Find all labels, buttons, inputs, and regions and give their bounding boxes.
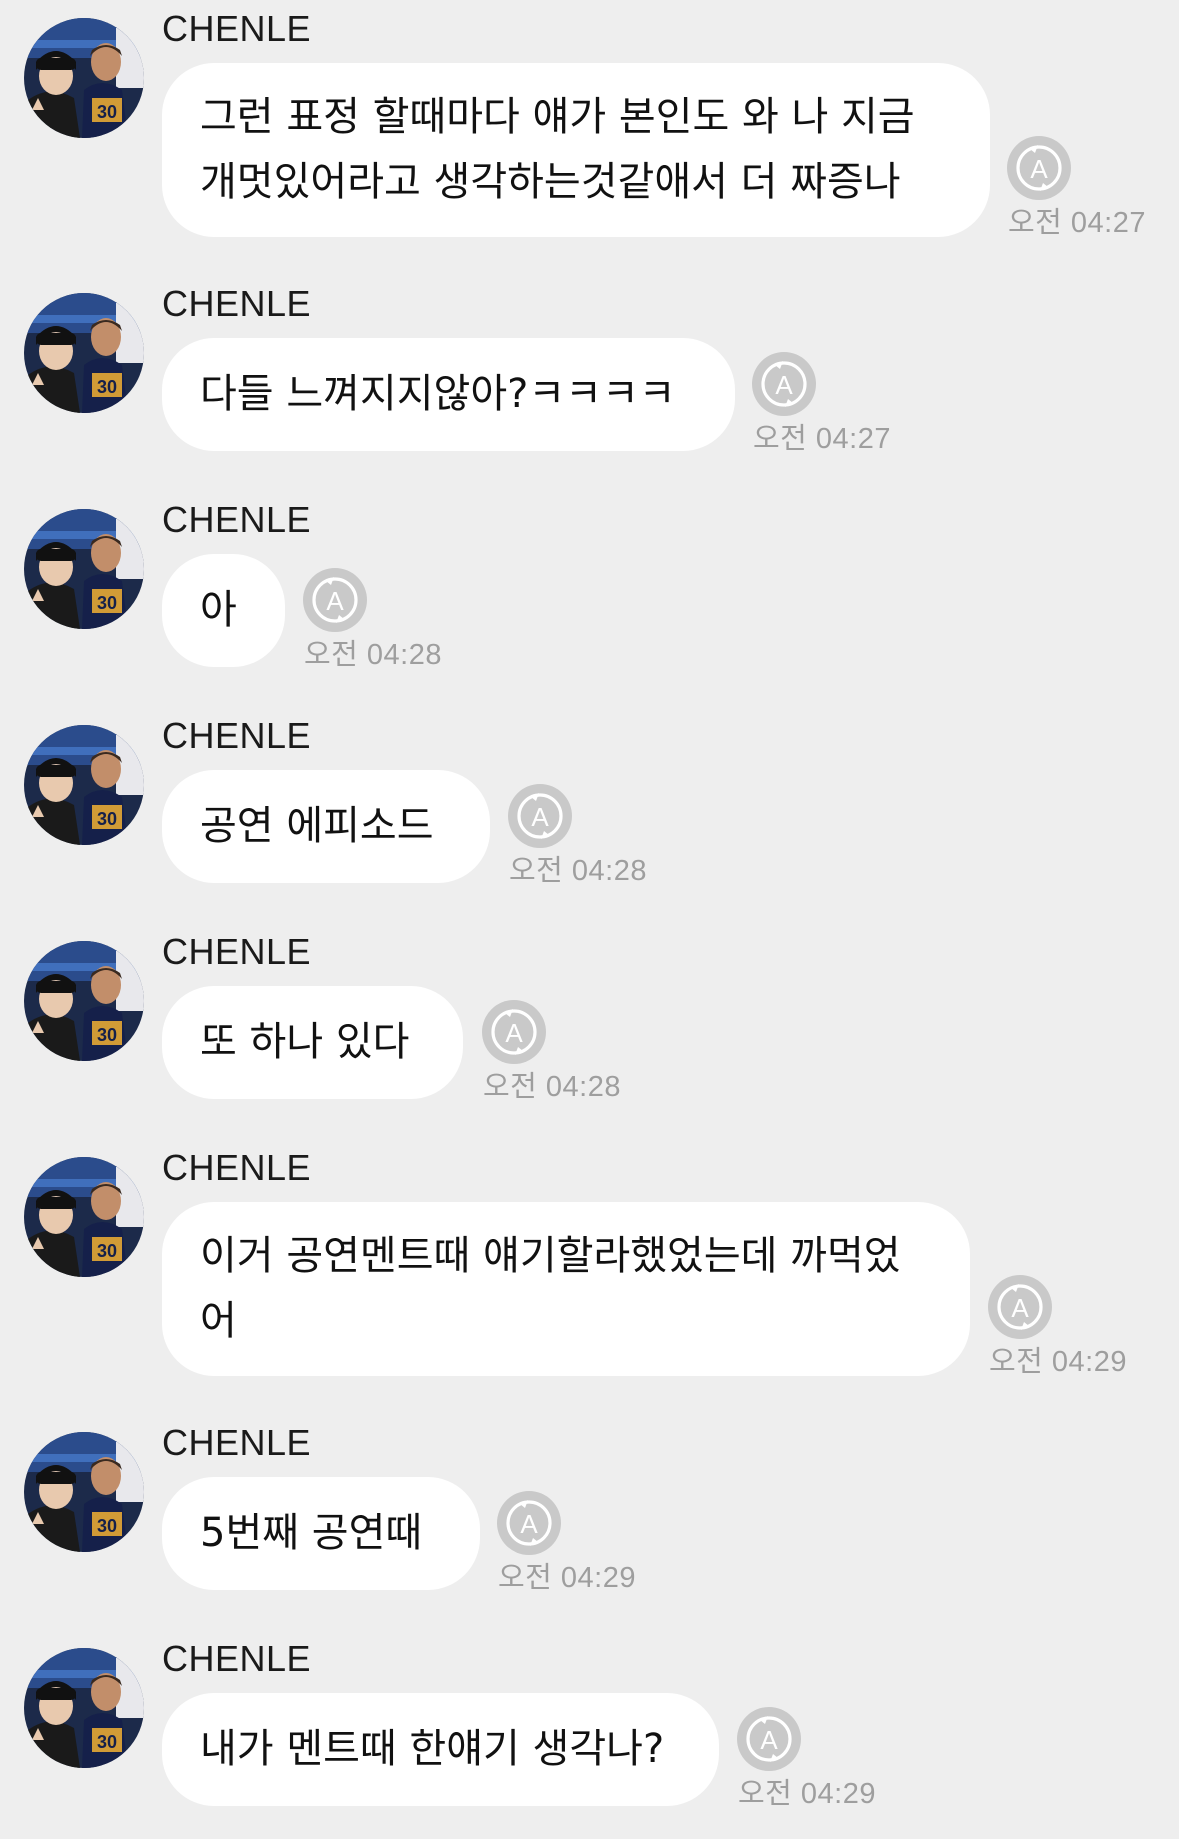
svg-text:A: A <box>326 586 344 616</box>
svg-text:A: A <box>1011 1293 1029 1323</box>
message-line: 5번째 공연때 <box>200 1510 423 1556</box>
message-meta: A 오전 04:29 <box>736 1706 936 1812</box>
avatar[interactable]: 30 <box>24 18 144 138</box>
message-line: 어 <box>200 1298 237 1344</box>
message-line: 개멋있어라고 생각하는것같애서 더 짜증나 <box>200 159 901 205</box>
svg-text:A: A <box>505 1018 523 1048</box>
svg-text:30: 30 <box>97 1516 117 1536</box>
message-line: 또 하나 있다 <box>200 1019 410 1065</box>
message-time: 오전 04:28 <box>304 639 442 671</box>
message-line: 내가 멘트때 한얘기 생각나? <box>200 1726 665 1772</box>
svg-text:30: 30 <box>97 377 117 397</box>
svg-text:30: 30 <box>97 102 117 122</box>
message-meta: A 오전 04:27 <box>751 351 951 457</box>
message-time: 오전 04:27 <box>753 423 891 455</box>
message-time: 오전 04:28 <box>509 855 647 887</box>
message-time: 오전 04:29 <box>738 1778 876 1810</box>
translate-icon[interactable]: A <box>496 1490 562 1556</box>
message-line: 이거 공연멘트때 얘기할라했었는데 까먹었 <box>200 1233 901 1279</box>
message-bubble[interactable]: 이거 공연멘트때 얘기할라했었는데 까먹었 어 <box>162 1202 970 1376</box>
message-bubble[interactable]: 다들 느껴지지않아?ㅋㅋㅋㅋ <box>162 338 735 451</box>
sender-name: CHENLE <box>162 715 312 756</box>
svg-text:30: 30 <box>97 1241 117 1261</box>
message-meta: A 오전 04:29 <box>987 1274 1179 1380</box>
translate-icon[interactable]: A <box>987 1274 1053 1340</box>
translate-icon[interactable]: A <box>1006 135 1072 201</box>
translate-icon[interactable]: A <box>736 1706 802 1772</box>
avatar[interactable]: 30 <box>24 509 144 629</box>
svg-text:A: A <box>1030 154 1048 184</box>
message-time: 오전 04:28 <box>483 1071 621 1103</box>
sender-name: CHENLE <box>162 1638 312 1679</box>
svg-text:A: A <box>520 1509 538 1539</box>
message-meta: A 오전 04:28 <box>302 567 502 673</box>
message-meta: A 오전 04:29 <box>496 1490 696 1596</box>
svg-text:A: A <box>760 1725 778 1755</box>
sender-name: CHENLE <box>162 1422 312 1463</box>
message-bubble[interactable]: 그런 표정 할때마다 얘가 본인도 와 나 지금 개멋있어라고 생각하는것같애서… <box>162 63 990 237</box>
translate-icon[interactable]: A <box>481 999 547 1065</box>
translate-icon[interactable]: A <box>507 783 573 849</box>
sender-name: CHENLE <box>162 8 312 49</box>
message-line: 다들 느껴지지않아?ㅋㅋㅋㅋ <box>200 371 676 417</box>
message-bubble[interactable]: 아 <box>162 554 285 667</box>
translate-icon[interactable]: A <box>302 567 368 633</box>
svg-text:30: 30 <box>97 593 117 613</box>
message-line: 그런 표정 할때마다 얘가 본인도 와 나 지금 <box>200 94 915 140</box>
chat-message-list[interactable]: 30 CHENLE 그런 표정 할때마다 얘가 본인도 와 나 지금 개멋있어라… <box>0 0 1179 1839</box>
svg-text:A: A <box>531 802 549 832</box>
sender-name: CHENLE <box>162 931 312 972</box>
sender-name: CHENLE <box>162 499 312 540</box>
avatar[interactable]: 30 <box>24 1157 144 1277</box>
message-bubble[interactable]: 내가 멘트때 한얘기 생각나? <box>162 1693 719 1806</box>
message-meta: A 오전 04:28 <box>481 999 681 1105</box>
message-bubble[interactable]: 또 하나 있다 <box>162 986 463 1099</box>
avatar[interactable]: 30 <box>24 1648 144 1768</box>
avatar[interactable]: 30 <box>24 725 144 845</box>
svg-text:A: A <box>775 370 793 400</box>
message-time: 오전 04:29 <box>498 1562 636 1594</box>
message-meta: A 오전 04:28 <box>507 783 707 889</box>
message-line: 아 <box>200 587 237 633</box>
avatar[interactable]: 30 <box>24 293 144 413</box>
message-time: 오전 04:29 <box>989 1346 1127 1378</box>
message-bubble[interactable]: 공연 에피소드 <box>162 770 490 883</box>
sender-name: CHENLE <box>162 1147 312 1188</box>
message-meta: A 오전 04:27 <box>1006 135 1179 241</box>
message-bubble[interactable]: 5번째 공연때 <box>162 1477 480 1590</box>
avatar[interactable]: 30 <box>24 941 144 1061</box>
svg-text:30: 30 <box>97 809 117 829</box>
avatar[interactable]: 30 <box>24 1432 144 1552</box>
sender-name: CHENLE <box>162 283 312 324</box>
message-line: 공연 에피소드 <box>200 803 434 849</box>
message-time: 오전 04:27 <box>1008 207 1146 239</box>
svg-text:30: 30 <box>97 1732 117 1752</box>
svg-text:30: 30 <box>97 1025 117 1045</box>
translate-icon[interactable]: A <box>751 351 817 417</box>
